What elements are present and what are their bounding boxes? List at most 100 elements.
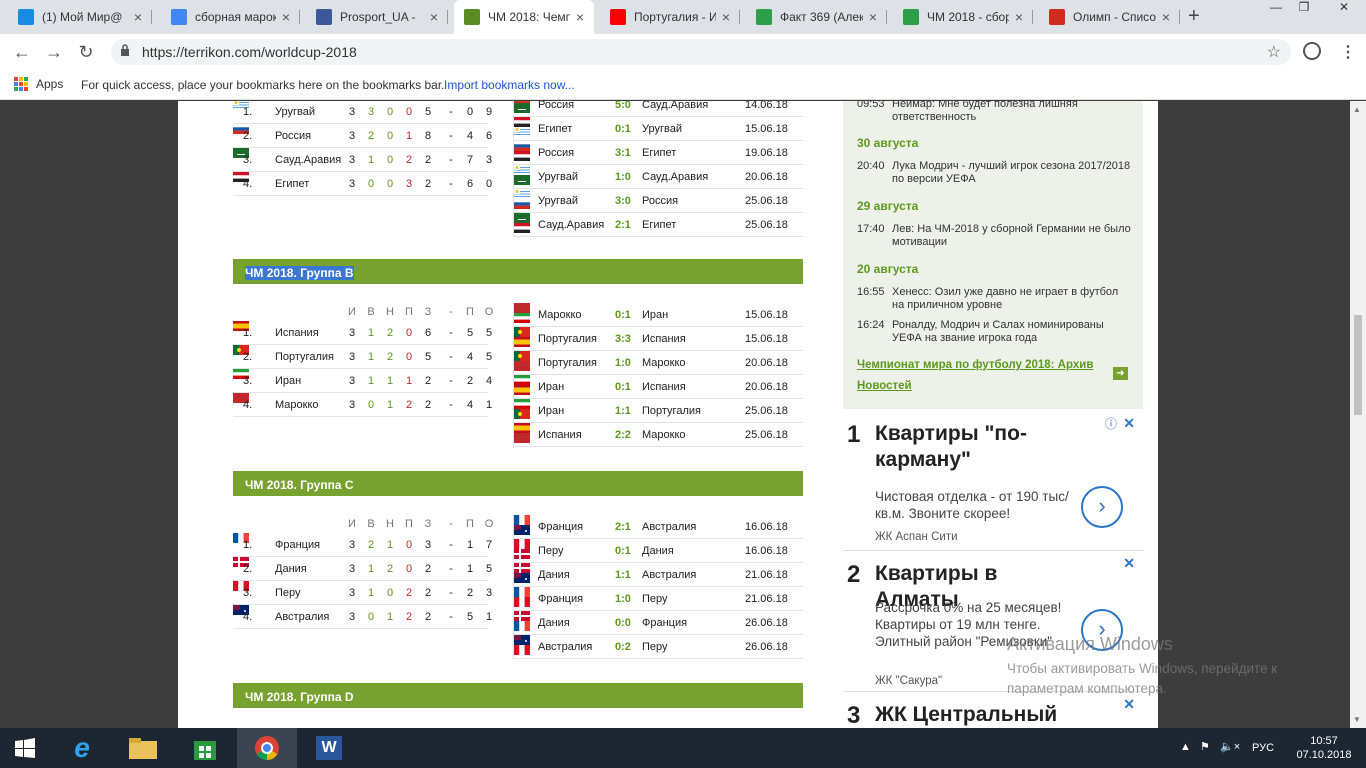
store-icon[interactable] xyxy=(175,728,235,768)
away-team[interactable]: Египет xyxy=(642,219,676,231)
scrollbar-thumb[interactable] xyxy=(1354,315,1362,415)
page-scrollbar[interactable]: ▲ ▼ xyxy=(1350,101,1366,728)
home-team[interactable]: Уругвай xyxy=(538,195,578,207)
arrow-right-icon[interactable]: ➜ xyxy=(1113,367,1128,380)
match-score[interactable]: 0:1 xyxy=(615,381,631,393)
match-score[interactable]: 2:2 xyxy=(615,429,631,441)
team-name[interactable]: Франция xyxy=(275,539,341,551)
chevron-right-icon[interactable]: › xyxy=(1081,486,1123,528)
home-team[interactable]: Иран xyxy=(538,381,564,393)
standings-row[interactable]: 2. Россия 3 2 0 1 8 - 4 6 xyxy=(233,124,492,148)
close-window-button[interactable]: ✕ xyxy=(1322,0,1366,20)
close-ad-icon[interactable]: ✕ xyxy=(1123,696,1135,713)
tray-chevron-icon[interactable]: ▲ xyxy=(1180,741,1191,753)
standings-row[interactable]: 1. Уругвай 3 3 0 0 5-0 9 xyxy=(233,101,492,124)
match-score[interactable]: 3:3 xyxy=(615,333,631,345)
team-name[interactable]: Иран xyxy=(275,375,341,387)
match-row[interactable]: Египет 0:1 Уругвай 15.06.18 xyxy=(514,117,803,141)
close-tab-icon[interactable]: × xyxy=(134,9,142,25)
internet-explorer-icon[interactable]: e xyxy=(52,728,112,768)
home-team[interactable]: Уругвай xyxy=(538,171,578,183)
word-icon[interactable]: W xyxy=(299,728,359,768)
match-row[interactable]: Франция 1:0 Перу 21.06.18 xyxy=(514,587,803,611)
standings-row[interactable]: 3. Иран 3 1 1 1 2-2 4 xyxy=(233,369,492,393)
news-text[interactable]: Неймар: Мне будет полезна лишняя ответст… xyxy=(892,101,1132,124)
team-name[interactable]: Испания xyxy=(275,327,341,339)
bookmark-star-icon[interactable]: ☆ xyxy=(1267,42,1281,62)
news-text[interactable]: Роналду, Модрич и Салах номинированы УЕФ… xyxy=(892,319,1132,345)
browser-tab[interactable]: ЧМ 2018: Чемп × xyxy=(454,0,594,34)
match-row[interactable]: Россия 5:0 Сауд.Аравия 14.06.18 xyxy=(514,101,803,117)
group-header[interactable]: ЧМ 2018. Группа B xyxy=(233,259,803,284)
home-team[interactable]: Дания xyxy=(538,569,570,581)
close-ad-icon[interactable]: ✕ xyxy=(1123,555,1135,572)
news-text[interactable]: Лука Модрич - лучший игрок сезона 2017/2… xyxy=(892,160,1132,186)
standings-row[interactable]: 2. Португалия 3 1 2 0 5-4 5 xyxy=(233,345,492,369)
news-text[interactable]: Хенесс: Озил уже давно не играет в футбо… xyxy=(892,286,1132,312)
match-score[interactable]: 0:2 xyxy=(615,641,631,653)
team-name[interactable]: Египет xyxy=(275,178,341,190)
team-name[interactable]: Португалия xyxy=(275,351,341,363)
away-team[interactable]: Марокко xyxy=(642,357,686,369)
match-score[interactable]: 3:1 xyxy=(615,147,631,159)
match-score[interactable]: 5:0 xyxy=(615,101,631,111)
close-tab-icon[interactable]: × xyxy=(1162,9,1170,25)
browser-tab[interactable]: Факт 369 (Алек × xyxy=(746,0,887,34)
scroll-down-icon[interactable]: ▼ xyxy=(1353,715,1361,724)
match-score[interactable]: 3:0 xyxy=(615,195,631,207)
scroll-up-icon[interactable]: ▲ xyxy=(1353,105,1361,114)
match-row[interactable]: Перу 0:1 Дания 16.06.18 xyxy=(514,539,803,563)
match-score[interactable]: 1:0 xyxy=(615,593,631,605)
away-team[interactable]: Австралия xyxy=(642,569,696,581)
home-team[interactable]: Марокко xyxy=(538,309,582,321)
browser-tab[interactable]: ЧМ 2018 - сбор × xyxy=(893,0,1033,34)
home-team[interactable]: Сауд.Аравия xyxy=(538,219,604,231)
away-team[interactable]: Марокко xyxy=(642,429,686,441)
team-name[interactable]: Сауд.Аравия xyxy=(275,154,341,166)
away-team[interactable]: Перу xyxy=(642,593,668,605)
close-ad-icon[interactable]: ✕ xyxy=(1123,415,1135,432)
away-team[interactable]: Франция xyxy=(642,617,687,629)
standings-row[interactable]: 1. Франция 3 2 1 0 3-1 7 xyxy=(233,533,492,557)
match-score[interactable]: 1:1 xyxy=(615,405,631,417)
match-score[interactable]: 1:0 xyxy=(615,171,631,183)
home-team[interactable]: Австралия xyxy=(538,641,592,653)
forward-button[interactable]: → xyxy=(42,42,66,63)
archive-link[interactable]: Чемпионат мира по футболу 2018: Архив Но… xyxy=(857,355,1107,397)
standings-row[interactable]: 2. Дания 3 1 2 0 2-1 5 xyxy=(233,557,492,581)
match-score[interactable]: 2:1 xyxy=(615,219,631,231)
match-row[interactable]: Дания 0:0 Франция 26.06.18 xyxy=(514,611,803,635)
apps-button[interactable]: Apps xyxy=(14,77,63,91)
team-name[interactable]: Марокко xyxy=(275,399,341,411)
match-row[interactable]: Иран 1:1 Португалия 25.06.18 xyxy=(514,399,803,423)
import-bookmarks-link[interactable]: Import bookmarks now... xyxy=(444,78,575,92)
news-text[interactable]: Лев: На ЧМ-2018 у сборной Германии не бы… xyxy=(892,223,1132,249)
team-name[interactable]: Уругвай xyxy=(275,106,341,118)
home-team[interactable]: Перу xyxy=(538,545,564,557)
match-row[interactable]: Уругвай 1:0 Сауд.Аравия 20.06.18 xyxy=(514,165,803,189)
browser-tab[interactable]: Prosport_UA - × xyxy=(306,0,448,34)
ad-title[interactable]: Квартиры "по-карману" xyxy=(875,421,1075,473)
match-row[interactable]: Австралия 0:2 Перу 26.06.18 xyxy=(514,635,803,659)
home-team[interactable]: Франция xyxy=(538,521,583,533)
team-name[interactable]: Перу xyxy=(275,587,341,599)
file-explorer-icon[interactable] xyxy=(113,728,173,768)
away-team[interactable]: Уругвай xyxy=(642,123,682,135)
match-score[interactable]: 0:1 xyxy=(615,309,631,321)
group-header[interactable]: ЧМ 2018. Группа C xyxy=(233,471,803,496)
team-name[interactable]: Дания xyxy=(275,563,341,575)
match-row[interactable]: Португалия 3:3 Испания 15.06.18 xyxy=(514,327,803,351)
close-tab-icon[interactable]: × xyxy=(282,9,290,25)
standings-row[interactable]: 1. Испания 3 1 2 0 6 - 5 5 xyxy=(233,321,492,345)
match-row[interactable]: Португалия 1:0 Марокко 20.06.18 xyxy=(514,351,803,375)
maximize-button[interactable]: ❐ xyxy=(1286,0,1322,20)
match-row[interactable]: Марокко 0:1 Иран 15.06.18 xyxy=(514,303,803,327)
home-team[interactable]: Португалия xyxy=(538,357,597,369)
home-team[interactable]: Португалия xyxy=(538,333,597,345)
start-button[interactable] xyxy=(0,728,50,768)
account-icon[interactable] xyxy=(1303,42,1321,60)
browser-tab[interactable]: Португалия - И × xyxy=(600,0,740,34)
away-team[interactable]: Испания xyxy=(642,333,686,345)
info-icon[interactable]: ⓘ xyxy=(1105,415,1117,432)
close-tab-icon[interactable]: × xyxy=(1015,9,1023,25)
